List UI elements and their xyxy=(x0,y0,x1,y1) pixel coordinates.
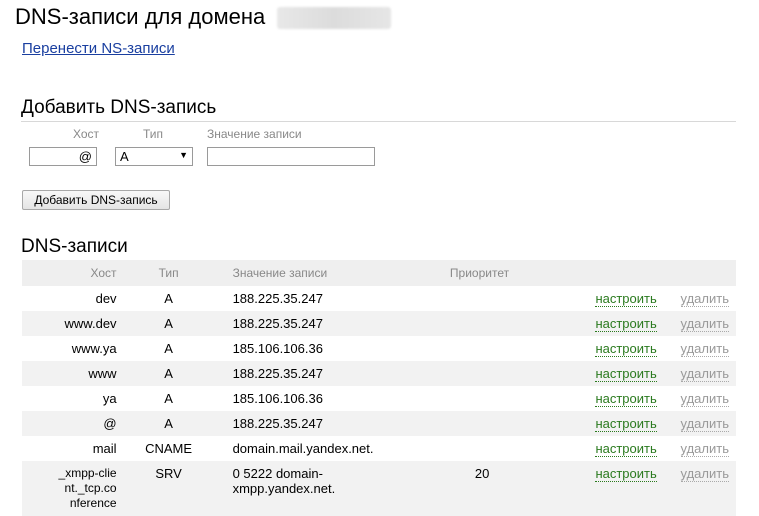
cell-host: www.ya xyxy=(71,341,117,356)
edit-link[interactable]: настроить xyxy=(595,416,657,432)
cell-value: 185.106.106.36 xyxy=(232,341,323,356)
delete-link[interactable]: удалить xyxy=(680,466,729,482)
table-header-row: Хост Тип Значение записи Приоритет xyxy=(22,260,736,286)
delete-link[interactable]: удалить xyxy=(680,416,729,432)
table-row: mail CNAME domain.mail.yandex.net. настр… xyxy=(22,436,736,461)
type-select[interactable]: A ▼ xyxy=(115,147,193,166)
redacted-domain xyxy=(277,7,392,30)
cell-value: domain.mail.yandex.net. xyxy=(232,441,374,456)
cell-value: 188.225.35.247 xyxy=(220,411,450,436)
page-title-text: DNS-записи для домена xyxy=(15,4,266,29)
cell-type: A xyxy=(164,391,173,406)
dns-records-table: Хост Тип Значение записи Приоритет dev A… xyxy=(22,260,736,516)
edit-link[interactable]: настроить xyxy=(595,466,657,482)
table-row: @ A 188.225.35.247 настроить удалить xyxy=(22,411,736,436)
col-type: Тип xyxy=(116,260,221,286)
cell-host: @ xyxy=(22,411,117,436)
delete-link[interactable]: удалить xyxy=(680,341,729,357)
cell-type: CNAME xyxy=(145,441,193,456)
table-row: dev A 188.225.35.247 настроить удалить xyxy=(22,286,736,311)
cell-host: www.dev xyxy=(22,311,117,336)
value-label: Значение записи xyxy=(207,127,302,141)
host-input[interactable] xyxy=(29,147,97,166)
cell-priority xyxy=(449,361,575,386)
cell-value: 188.225.35.247 xyxy=(220,361,450,386)
cell-priority xyxy=(449,411,575,436)
col-edit xyxy=(574,260,657,286)
cell-type: A xyxy=(116,311,221,336)
cell-priority xyxy=(449,311,575,336)
page-title: DNS-записи для домена xyxy=(15,4,392,30)
cell-host: ya xyxy=(102,391,117,406)
edit-link[interactable]: настроить xyxy=(595,366,657,382)
cell-value: 188.225.35.247 xyxy=(220,311,450,336)
records-heading: DNS-записи xyxy=(21,236,128,257)
cell-host: _xmpp-clie nt._tcp.co nference xyxy=(22,461,117,516)
edit-link[interactable]: настроить xyxy=(595,441,657,457)
cell-type: A xyxy=(164,341,173,356)
dropdown-arrow-icon: ▼ xyxy=(179,150,188,160)
edit-link[interactable]: настроить xyxy=(595,316,657,332)
add-record-button[interactable]: Добавить DNS-запись xyxy=(22,190,170,210)
cell-value: 185.106.106.36 xyxy=(232,391,323,406)
cell-value: 0 5222 domain- xmpp.yandex.net. xyxy=(220,461,450,516)
add-record-heading: Добавить DNS-запись xyxy=(21,97,217,118)
cell-type: A xyxy=(116,361,221,386)
delete-link[interactable]: удалить xyxy=(680,391,729,407)
table-row: www A 188.225.35.247 настроить удалить xyxy=(22,361,736,386)
edit-link[interactable]: настроить xyxy=(595,291,657,307)
type-select-value: A xyxy=(120,149,129,164)
delete-link[interactable]: удалить xyxy=(680,291,729,307)
value-input[interactable] xyxy=(207,147,375,166)
col-host: Хост xyxy=(22,260,117,286)
cell-type: A xyxy=(116,411,221,436)
edit-link[interactable]: настроить xyxy=(595,341,657,357)
table-row: _xmpp-clie nt._tcp.co nference SRV 0 522… xyxy=(22,461,736,516)
cell-priority xyxy=(450,386,574,411)
delete-link[interactable]: удалить xyxy=(680,366,729,382)
cell-host: mail xyxy=(92,441,117,456)
col-delete xyxy=(656,260,736,286)
host-label: Хост xyxy=(73,127,100,141)
divider xyxy=(21,121,736,122)
cell-priority xyxy=(450,336,574,361)
col-value: Значение записи xyxy=(220,260,450,286)
edit-link[interactable]: настроить xyxy=(595,391,657,407)
table-row: www.ya A 185.106.106.36 настроить удалит… xyxy=(22,336,736,361)
table-row: ya A 185.106.106.36 настроить удалить xyxy=(22,386,736,411)
cell-value: 188.225.35.247 xyxy=(232,291,323,306)
cell-type: SRV xyxy=(116,461,221,516)
cell-host: dev xyxy=(95,291,117,306)
cell-host: www xyxy=(22,361,117,386)
type-label: Тип xyxy=(143,127,164,141)
cell-priority xyxy=(450,286,574,311)
delete-link[interactable]: удалить xyxy=(680,316,729,332)
cell-priority: 20 xyxy=(449,461,575,516)
col-priority: Приоритет xyxy=(449,260,575,286)
cell-priority xyxy=(450,436,574,461)
cell-type: A xyxy=(164,291,173,306)
delete-link[interactable]: удалить xyxy=(680,441,729,457)
transfer-ns-link[interactable]: Перенести NS-записи xyxy=(22,40,175,57)
table-row: www.dev A 188.225.35.247 настроить удали… xyxy=(22,311,736,336)
